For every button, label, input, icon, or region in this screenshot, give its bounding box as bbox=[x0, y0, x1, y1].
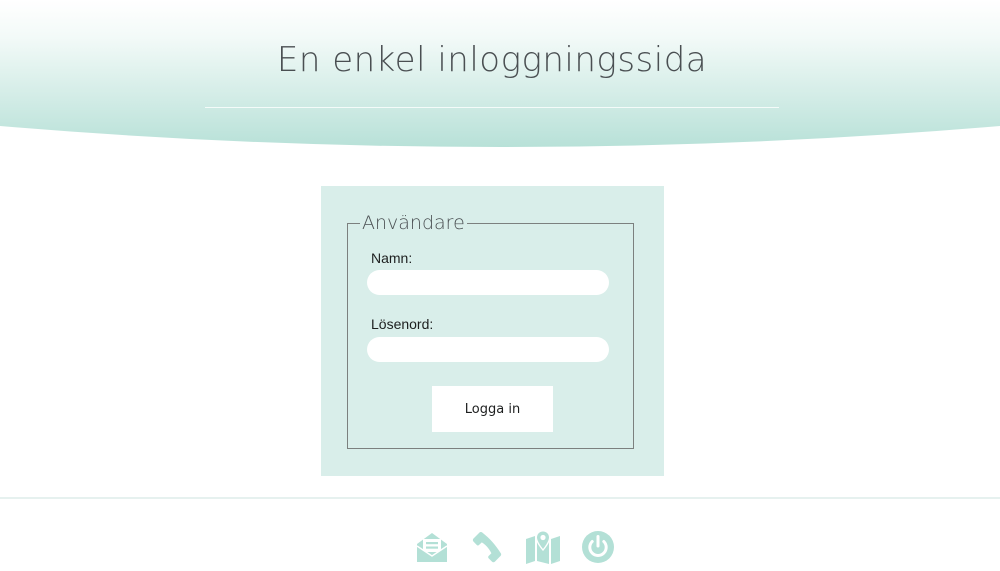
phone-icon[interactable] bbox=[470, 530, 504, 564]
password-label: Lösenord: bbox=[371, 316, 434, 332]
name-input[interactable] bbox=[367, 270, 609, 295]
page-title: En enkel inloggningssida bbox=[276, 40, 708, 80]
map-icon[interactable] bbox=[525, 530, 560, 564]
footer-divider bbox=[0, 497, 1000, 499]
fieldset-legend: Användare bbox=[360, 212, 467, 234]
user-fieldset: Användare Namn: Lösenord: Logga in bbox=[347, 213, 634, 449]
page-header: En enkel inloggningssida bbox=[0, 0, 1000, 150]
footer-icon-bar bbox=[0, 530, 1000, 566]
title-divider bbox=[205, 107, 779, 108]
password-input[interactable] bbox=[367, 337, 609, 362]
login-panel: Användare Namn: Lösenord: Logga in bbox=[321, 186, 664, 476]
mail-icon[interactable] bbox=[415, 530, 449, 564]
power-icon[interactable] bbox=[581, 530, 615, 564]
login-button[interactable]: Logga in bbox=[432, 386, 553, 432]
name-label: Namn: bbox=[371, 250, 413, 266]
